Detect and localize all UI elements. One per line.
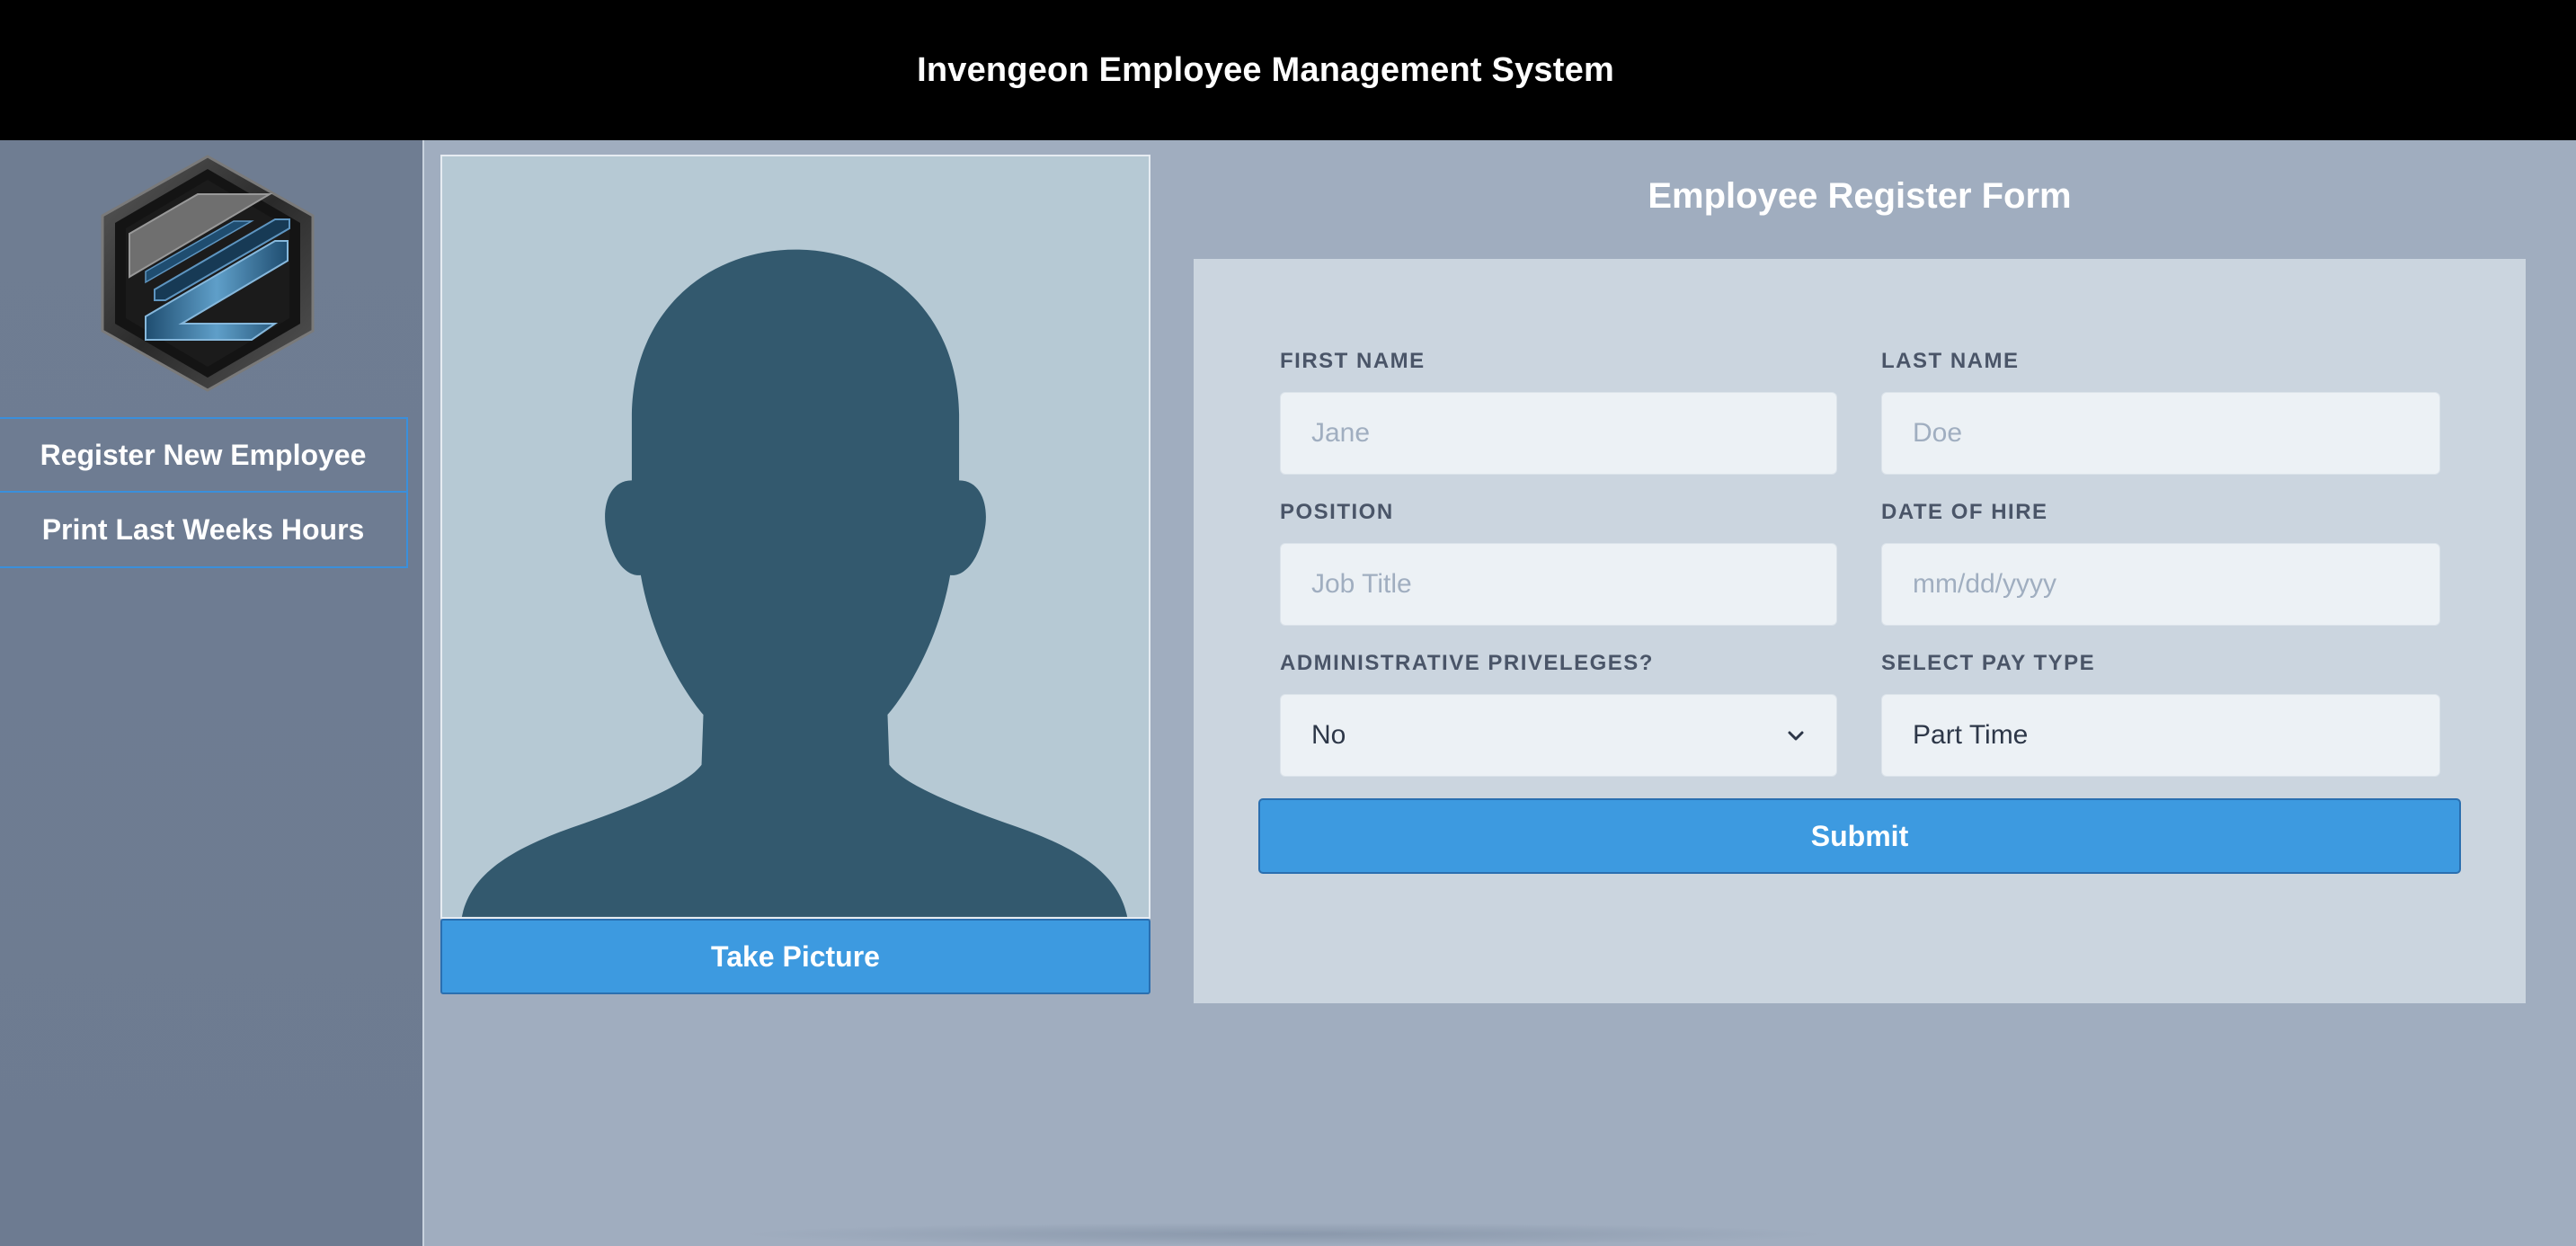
last-name-label: LAST NAME	[1881, 349, 2020, 373]
admin-privileges-value: No	[1311, 720, 1346, 750]
first-name-input[interactable]	[1280, 392, 1837, 475]
pay-type-value: Part Time	[1913, 720, 2029, 750]
app-title: Invengeon Employee Management System	[917, 50, 1614, 89]
sidebar-item-label: Register New Employee	[40, 438, 367, 471]
chevron-down-icon	[1788, 731, 1804, 741]
sidebar-item-label: Print Last Weeks Hours	[41, 512, 365, 546]
position-label: POSITION	[1280, 500, 1394, 524]
submit-button[interactable]: Submit	[1258, 798, 2461, 874]
sidebar-item-print-last-weeks-hours[interactable]: Print Last Weeks Hours	[0, 493, 408, 568]
header-bar: Invengeon Employee Management System	[0, 0, 2576, 140]
date-of-hire-label: DATE OF HIRE	[1881, 500, 2048, 524]
employee-register-form: FIRST NAME LAST NAME POSITION DATE OF HI…	[1194, 259, 2526, 1003]
last-name-input[interactable]	[1881, 392, 2440, 475]
first-name-label: FIRST NAME	[1280, 349, 1426, 373]
invengeon-logo-icon	[99, 155, 316, 392]
position-input[interactable]	[1280, 543, 1837, 626]
date-of-hire-input[interactable]	[1881, 543, 2440, 626]
sidebar: Register New Employee Print Last Weeks H…	[0, 140, 424, 1246]
pay-type-select[interactable]: Part Time	[1881, 694, 2440, 777]
take-picture-button[interactable]: Take Picture	[440, 919, 1150, 994]
admin-privileges-label: ADMINISTRATIVE PRIVELEGES?	[1280, 651, 1654, 675]
person-silhouette-icon	[461, 249, 1128, 917]
bottom-shadow	[737, 1223, 1834, 1246]
admin-privileges-select[interactable]: No	[1280, 694, 1837, 777]
employee-photo-placeholder	[440, 155, 1150, 919]
form-title: Employee Register Form	[1648, 176, 2072, 216]
pay-type-label: SELECT PAY TYPE	[1881, 651, 2096, 675]
sidebar-item-register-new-employee[interactable]: Register New Employee	[0, 417, 408, 493]
